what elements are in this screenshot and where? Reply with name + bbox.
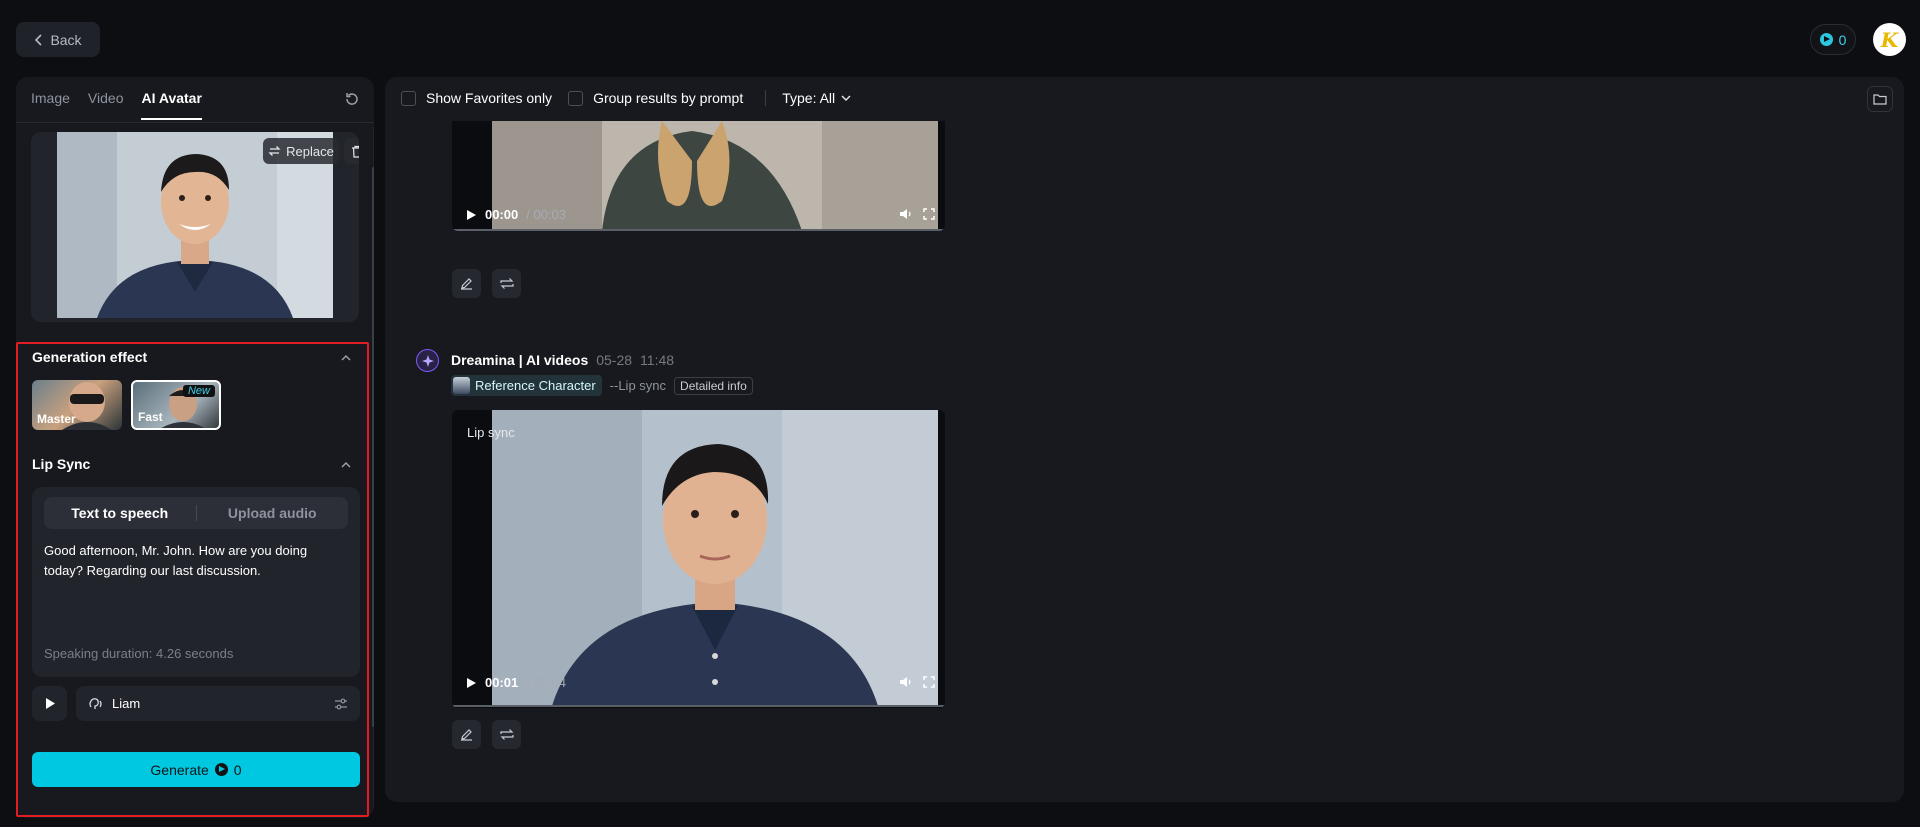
tab-image[interactable]: Image — [31, 90, 70, 120]
voice-name: Liam — [112, 696, 141, 711]
pencil-icon — [460, 277, 473, 290]
video-progress-bar[interactable] — [452, 229, 945, 231]
credit-coin-icon — [1819, 33, 1833, 46]
scrollbar-thumb[interactable] — [372, 167, 374, 727]
chevron-down-icon — [841, 94, 851, 102]
avatar-initial: K — [1880, 27, 1899, 52]
result-time: 11:48 — [640, 352, 675, 368]
speech-text-input[interactable]: Good afternoon, Mr. John. How are you do… — [44, 541, 344, 581]
reference-character-card: Replace — [31, 132, 359, 322]
delete-button[interactable] — [344, 138, 359, 164]
effect-option-master[interactable]: Master — [32, 380, 122, 430]
type-dropdown[interactable]: Type: All — [782, 90, 851, 106]
reset-icon[interactable] — [343, 90, 361, 108]
lip-sync-overlay-label: Lip sync — [467, 425, 515, 440]
speaking-duration: Speaking duration: 4.26 seconds — [44, 646, 234, 661]
replace-button[interactable]: Replace — [263, 138, 339, 164]
favorites-label: Show Favorites only — [426, 90, 553, 106]
voice-preview-button[interactable] — [32, 686, 67, 721]
result-meta: Dreamina | AI videos 05-28 11:48 — [451, 352, 674, 368]
result-date: 05-28 — [596, 352, 633, 368]
play-icon — [44, 697, 56, 710]
fullscreen-icon[interactable] — [923, 676, 935, 688]
volume-icon[interactable] — [899, 208, 913, 220]
user-avatar[interactable]: K — [1873, 23, 1906, 56]
swap-icon — [268, 145, 281, 157]
result-author: Dreamina | AI videos — [451, 352, 589, 368]
type-label: Type: All — [782, 90, 836, 106]
repeat-icon — [499, 277, 514, 290]
detailed-info-button[interactable]: Detailed info — [674, 376, 753, 395]
generate-cost: 0 — [233, 761, 242, 778]
effect-option-fast[interactable]: New Fast — [131, 380, 221, 430]
favorites-checkbox[interactable] — [401, 90, 416, 106]
folder-icon — [1873, 93, 1887, 105]
reference-tag-label: Reference Character — [475, 378, 596, 393]
chevron-left-icon — [34, 33, 44, 46]
play-icon[interactable] — [466, 209, 477, 221]
repeat-icon — [499, 728, 514, 741]
text-to-speech-option[interactable]: Text to speech — [44, 505, 196, 521]
video-controls: 00:00 / 00:03 — [466, 207, 566, 222]
voice-icon — [88, 696, 104, 712]
mode-tag: --Lip sync — [609, 378, 667, 393]
edit-button[interactable] — [452, 720, 481, 749]
back-label: Back — [50, 31, 82, 48]
regenerate-button[interactable] — [492, 269, 521, 298]
dreamina-logo-icon — [416, 349, 439, 372]
voice-selector[interactable]: Liam — [76, 686, 360, 721]
replace-label: Replace — [286, 143, 334, 159]
sliders-icon[interactable] — [334, 697, 348, 711]
trash-icon — [351, 145, 359, 158]
back-button[interactable]: Back — [16, 22, 100, 57]
edit-button[interactable] — [452, 269, 481, 298]
video-player[interactable]: Lip sync 00:01 / 00:04 — [452, 410, 945, 708]
video-progress-bar[interactable] — [452, 705, 945, 707]
filter-bar: Show Favorites only Group results by pro… — [401, 90, 851, 106]
lip-sync-mode-toggle: Text to speech Upload audio — [44, 497, 348, 529]
video-controls: 00:01 / 00:04 — [466, 675, 566, 690]
credit-coin-icon — [214, 763, 228, 776]
lip-sync-title: Lip Sync — [32, 456, 91, 472]
generation-effect-title: Generation effect — [32, 349, 148, 365]
result-tags: Reference Character --Lip sync Detailed … — [451, 375, 753, 396]
new-badge: New — [182, 385, 215, 397]
video-player[interactable]: 00:00 / 00:03 — [452, 121, 945, 231]
group-checkbox[interactable] — [568, 90, 584, 106]
filter-divider — [765, 90, 767, 106]
video-duration: / 00:03 — [526, 207, 567, 222]
video-thumbnail — [492, 410, 938, 706]
tab-video[interactable]: Video — [88, 90, 124, 120]
regenerate-button[interactable] — [492, 720, 521, 749]
generate-button[interactable]: Generate 0 — [32, 752, 360, 787]
reference-character-tag[interactable]: Reference Character — [451, 375, 602, 396]
results-panel: Show Favorites only Group results by pro… — [385, 77, 1904, 802]
group-filter[interactable]: Group results by prompt — [568, 90, 743, 106]
folder-button[interactable] — [1867, 86, 1893, 112]
effect-label: Fast — [138, 410, 163, 424]
tab-divider — [16, 122, 374, 123]
fullscreen-icon[interactable] — [923, 208, 935, 220]
reference-thumbnail — [453, 377, 470, 394]
generate-label: Generate — [150, 761, 209, 778]
play-icon[interactable] — [466, 677, 477, 689]
chevron-up-icon[interactable] — [340, 459, 352, 471]
mode-tabs: Image Video AI Avatar — [31, 90, 202, 120]
video-current-time: 00:01 — [485, 675, 519, 690]
effect-label: Master — [37, 412, 76, 426]
volume-icon[interactable] — [899, 676, 913, 688]
chevron-up-icon[interactable] — [340, 352, 352, 364]
video-current-time: 00:00 — [485, 207, 519, 222]
pencil-icon — [460, 728, 473, 741]
upload-audio-option[interactable]: Upload audio — [197, 505, 349, 521]
credits-badge[interactable]: 0 — [1810, 24, 1856, 55]
video-duration: / 00:04 — [526, 675, 567, 690]
tab-ai-avatar[interactable]: AI Avatar — [141, 90, 202, 120]
lip-sync-card: Text to speech Upload audio Good afterno… — [32, 487, 360, 677]
credits-count: 0 — [1838, 31, 1847, 48]
favorites-filter[interactable]: Show Favorites only — [401, 90, 552, 106]
group-label: Group results by prompt — [593, 90, 744, 106]
